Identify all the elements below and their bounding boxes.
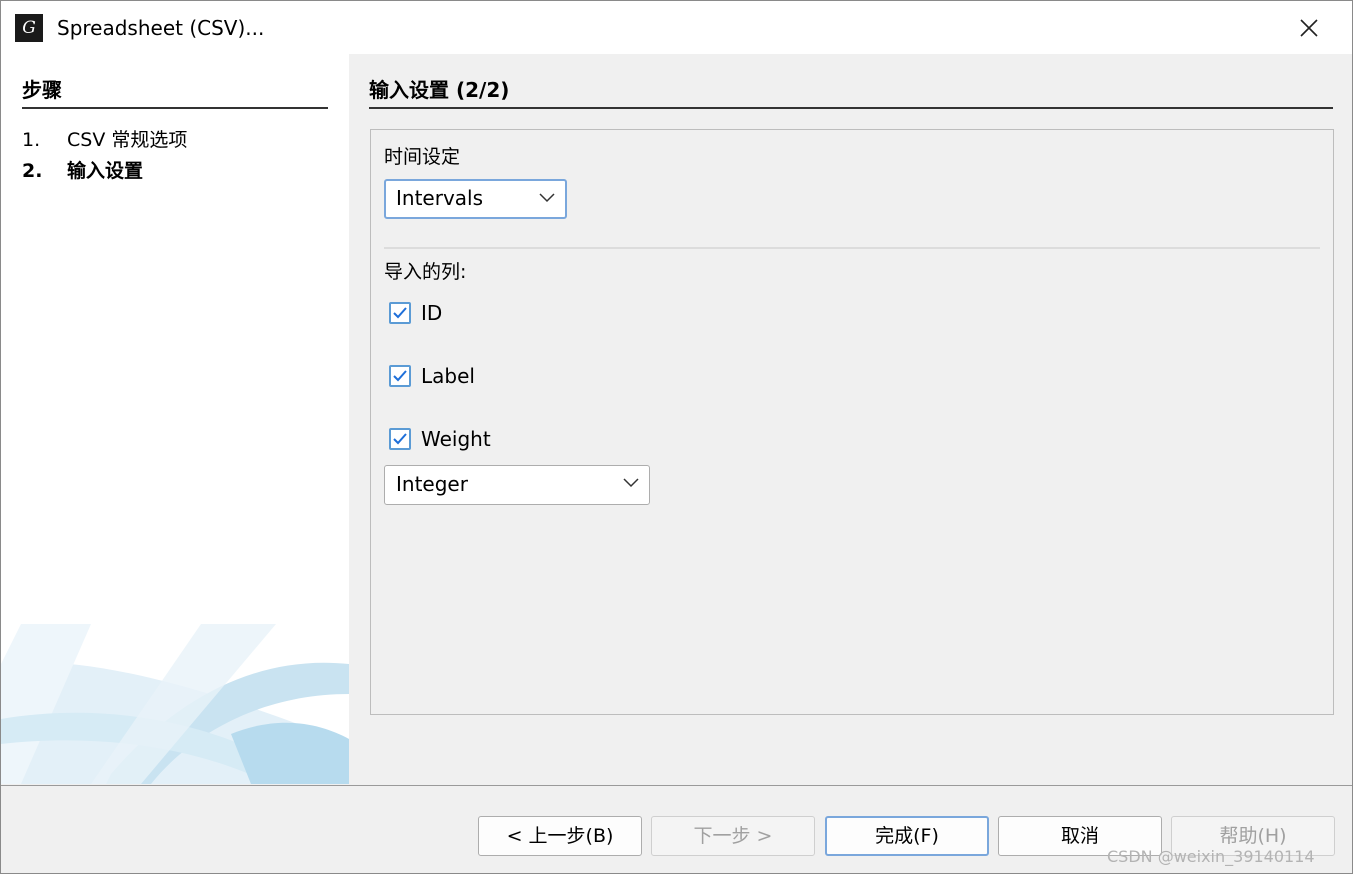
checkbox-label: ID bbox=[421, 301, 443, 325]
chevron-down-icon bbox=[623, 478, 639, 488]
close-icon bbox=[1300, 19, 1318, 37]
window-title: Spreadsheet (CSV)... bbox=[57, 16, 265, 40]
checkbox[interactable] bbox=[389, 428, 411, 450]
back-button[interactable]: < 上一步(B) bbox=[478, 816, 642, 856]
watermark: CSDN @weixin_39140114 bbox=[1107, 847, 1315, 866]
step-item-2: 2. 输入设置 bbox=[22, 158, 143, 184]
step-item-1: 1. CSV 常规选项 bbox=[22, 127, 187, 153]
footer-divider bbox=[1, 785, 1352, 786]
steps-panel: 步骤 1. CSV 常规选项 2. 输入设置 bbox=[1, 54, 349, 784]
checkmark-icon bbox=[393, 370, 407, 382]
chevron-down-icon bbox=[539, 193, 555, 203]
time-setting-label: 时间设定 bbox=[384, 146, 461, 168]
title-bar: G Spreadsheet (CSV)... bbox=[1, 1, 1352, 54]
dialog-window: G Spreadsheet (CSV)... 步骤 1. CSV 常规选项 2. 输… bbox=[0, 0, 1353, 874]
finish-button[interactable]: 完成(F) bbox=[825, 816, 989, 856]
steps-title: 步骤 bbox=[22, 77, 328, 109]
decorative-wave-graphic bbox=[1, 624, 349, 784]
checkbox-label: Weight bbox=[421, 427, 491, 451]
checkbox[interactable] bbox=[389, 365, 411, 387]
step-number: 1. bbox=[22, 129, 41, 151]
page-title: 输入设置 (2/2) bbox=[369, 77, 1333, 109]
checkmark-icon bbox=[393, 307, 407, 319]
checkbox-label: Label bbox=[421, 364, 475, 388]
time-setting-dropdown[interactable]: Intervals bbox=[384, 179, 567, 219]
step-number: 2. bbox=[22, 160, 43, 182]
app-logo-icon: G bbox=[15, 14, 43, 42]
imported-columns-label: 导入的列: bbox=[384, 261, 467, 283]
separator bbox=[384, 247, 1320, 249]
step-label: CSV 常规选项 bbox=[67, 129, 188, 151]
time-setting-value: Intervals bbox=[396, 186, 484, 210]
checkmark-icon bbox=[393, 433, 407, 445]
close-button[interactable] bbox=[1289, 9, 1329, 47]
step-label: 输入设置 bbox=[67, 160, 144, 182]
settings-group: 时间设定 Intervals 导入的列: ID Label Weight Int… bbox=[370, 129, 1334, 715]
weight-type-value: Integer bbox=[396, 472, 468, 496]
checkbox[interactable] bbox=[389, 302, 411, 324]
next-button[interactable]: 下一步 > bbox=[651, 816, 815, 856]
weight-type-dropdown[interactable]: Integer bbox=[384, 465, 650, 505]
